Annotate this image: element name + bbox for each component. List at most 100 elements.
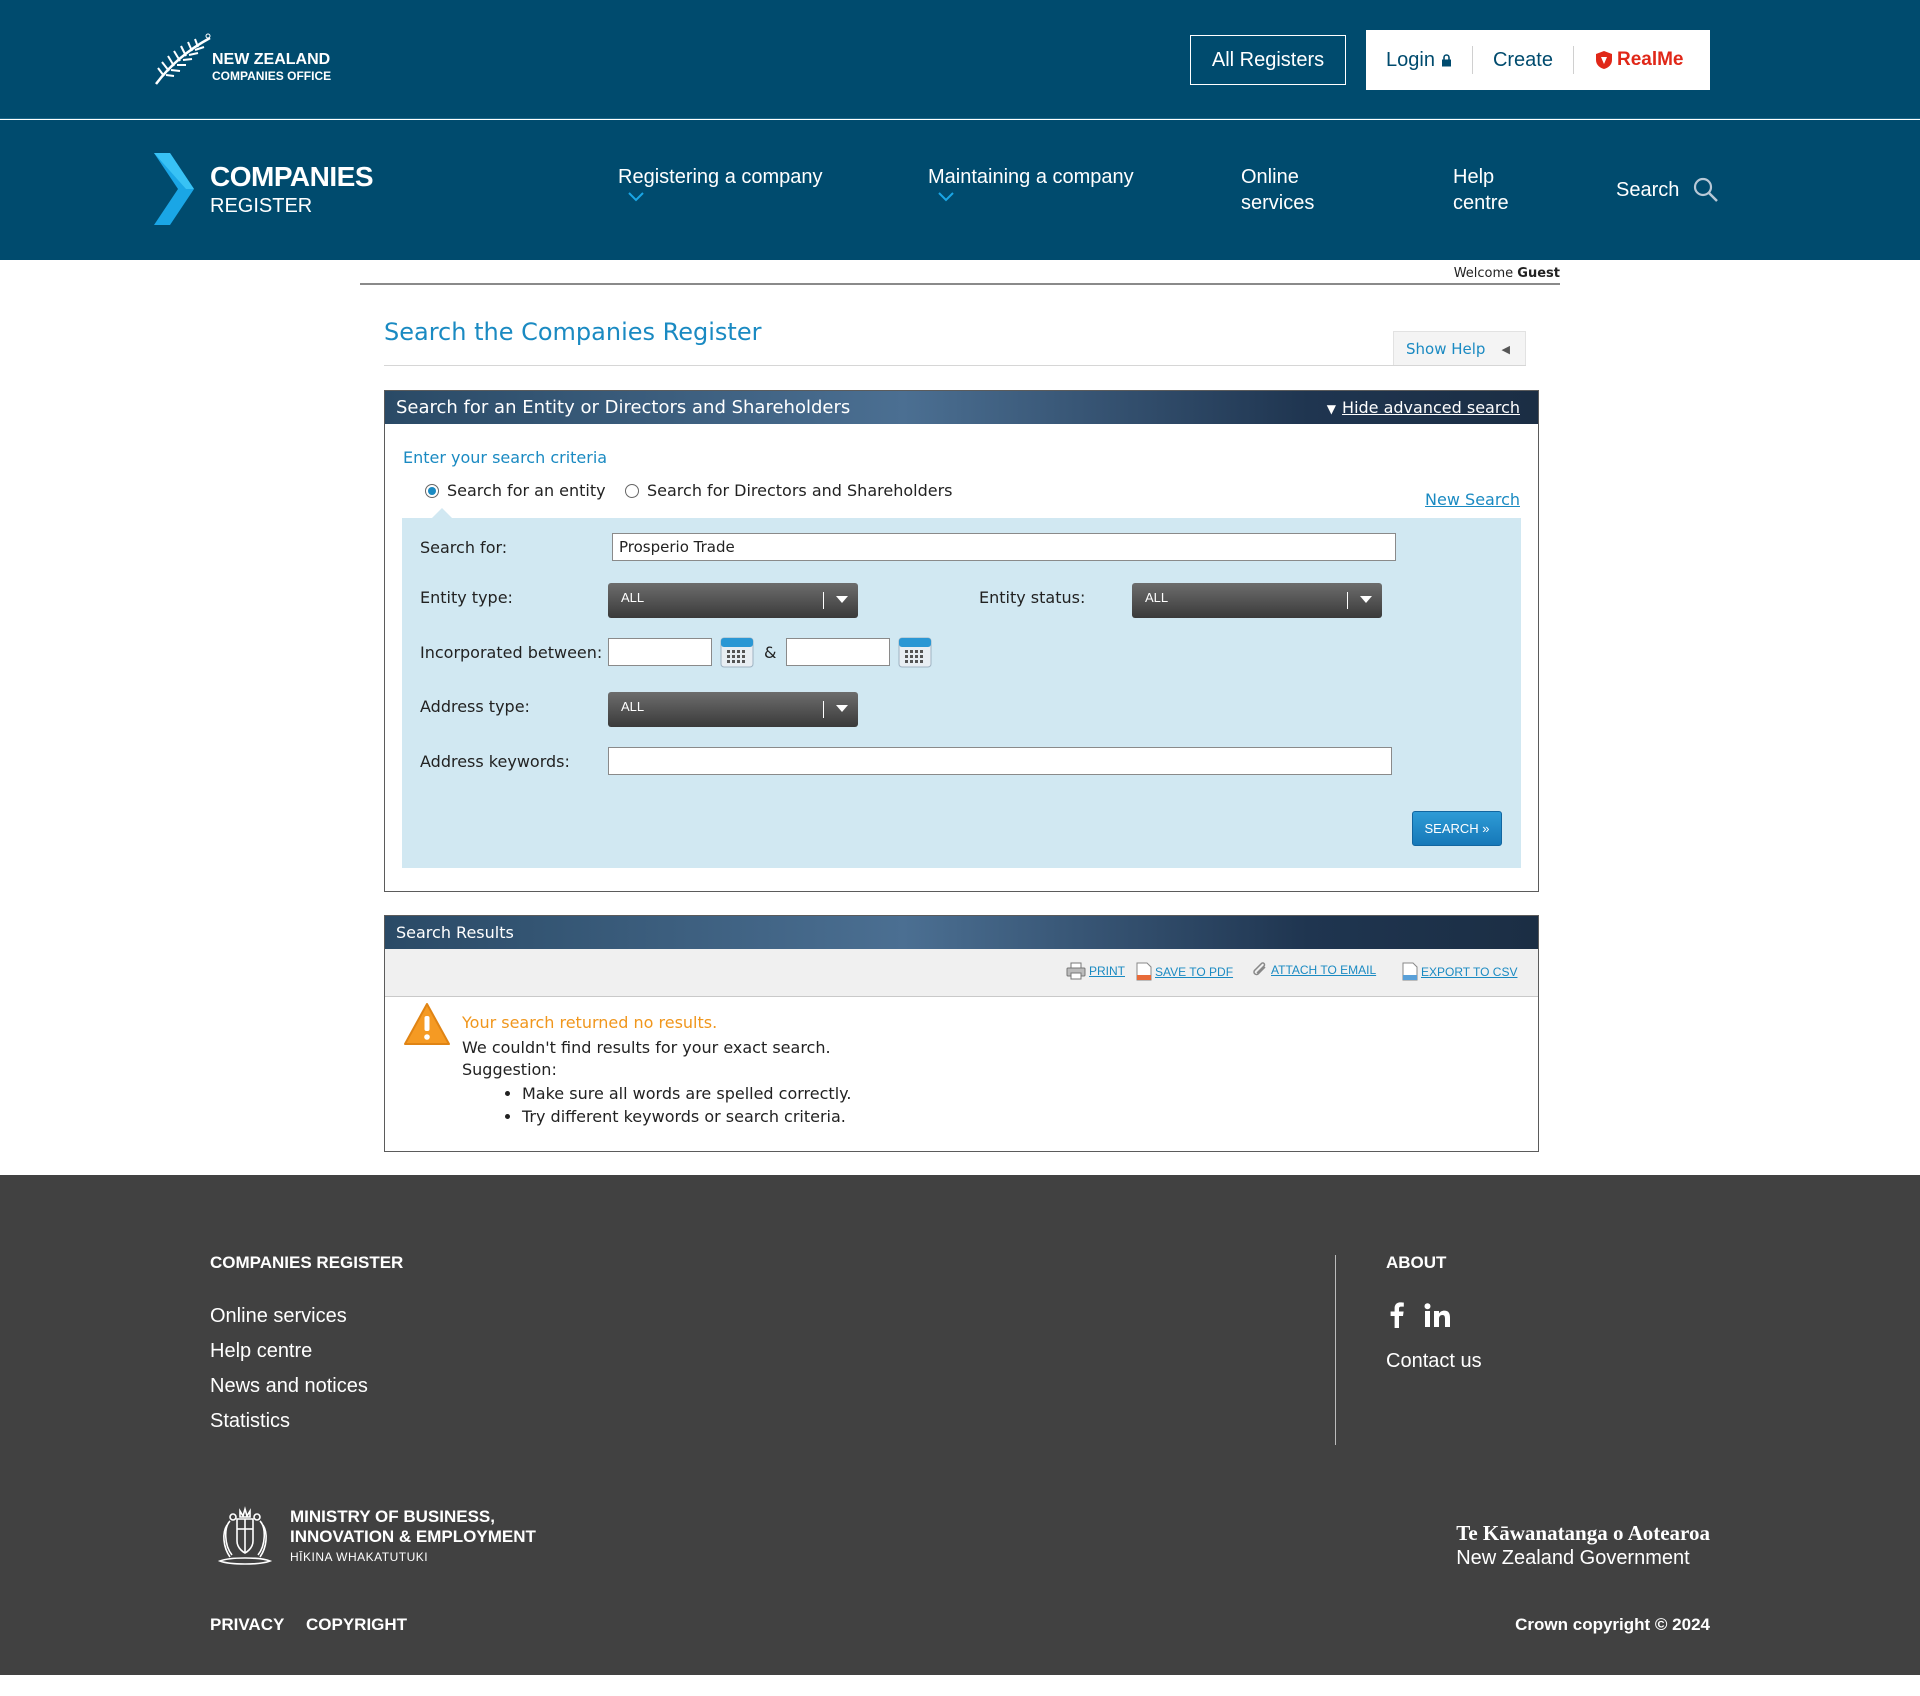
footer-heading-about: ABOUT <box>1386 1253 1447 1272</box>
entity-status-value: ALL <box>1145 590 1169 605</box>
entity-status-select[interactable]: ALL <box>1132 583 1382 618</box>
nz-companies-office-logo[interactable]: NEW ZEALAND COMPANIES OFFICE <box>152 32 331 88</box>
footer-link-news-and-notices[interactable]: News and notices <box>210 1375 368 1398</box>
nav-search-label: Search <box>1616 179 1680 201</box>
calendar-icon[interactable] <box>720 636 754 668</box>
print-link[interactable]: PRINT <box>1066 962 1125 980</box>
show-help-button[interactable]: Show Help ◀ <box>1393 331 1526 366</box>
nav-search[interactable]: Search <box>1616 177 1719 203</box>
address-type-value: ALL <box>621 699 645 714</box>
welcome-user: Guest <box>1517 266 1560 281</box>
paperclip-icon <box>1253 962 1266 976</box>
realme-icon <box>1595 51 1612 69</box>
new-search-link[interactable]: New Search <box>1425 490 1520 509</box>
coat-of-arms-icon <box>217 1506 273 1565</box>
nav-help-centre[interactable]: Help centre <box>1453 164 1509 216</box>
hide-advanced-search-link[interactable]: ▼ Hide advanced search <box>1327 398 1520 417</box>
radio-search-entity[interactable]: Search for an entity <box>425 481 606 500</box>
nav-online-l2: services <box>1241 192 1315 214</box>
crown-copyright: Crown copyright © 2024 <box>1515 1615 1710 1634</box>
nav-registering-label: Registering a company <box>618 166 823 188</box>
nzgov-line1: Te Kāwanatanga o Aotearoa <box>1456 1521 1710 1545</box>
entity-type-value: ALL <box>621 590 645 605</box>
companies-register-logo[interactable]: COMPANIES REGISTER <box>150 153 374 225</box>
logo-text: NEW ZEALAND COMPANIES OFFICE <box>212 52 331 84</box>
login-label: Login <box>1386 48 1435 71</box>
incorporated-from-input[interactable] <box>608 638 712 666</box>
suggestion-label: Suggestion: <box>462 1060 557 1079</box>
chevron-down-icon <box>628 192 644 202</box>
search-icon <box>1694 177 1719 202</box>
chevron-down-icon <box>938 192 954 202</box>
login-box: Login Create RealMe <box>1366 30 1710 90</box>
export-to-csv-link[interactable]: EXPORT TO CSV <box>1402 962 1517 981</box>
warning-icon <box>404 1003 450 1045</box>
logo-line1: NEW ZEALAND <box>212 51 331 68</box>
address-type-label: Address type: <box>420 697 530 716</box>
nav-online-l1: Online <box>1241 166 1299 188</box>
entity-type-select[interactable]: ALL <box>608 583 858 618</box>
nz-government-logo[interactable]: Te Kāwanatanga o Aotearoa New Zealand Go… <box>1456 1521 1710 1570</box>
radio-directors-label: Search for Directors and Shareholders <box>647 481 953 500</box>
incorporated-to-input[interactable] <box>786 638 890 666</box>
footer: COMPANIES REGISTER Online services Help … <box>0 1175 1920 1675</box>
entity-status-label: Entity status: <box>979 588 1086 607</box>
calendar-icon[interactable] <box>898 636 932 668</box>
footer-link-help-centre[interactable]: Help centre <box>210 1340 312 1363</box>
create-link[interactable]: Create <box>1473 46 1574 74</box>
copyright-link[interactable]: COPYRIGHT <box>306 1615 407 1635</box>
search-form: Search for: Prosperio Trade Entity type:… <box>402 518 1521 868</box>
brand-text: COMPANIES REGISTER <box>210 160 374 218</box>
search-for-input[interactable]: Prosperio Trade <box>612 533 1396 561</box>
address-type-select[interactable]: ALL <box>608 692 858 727</box>
footer-link-contact-us[interactable]: Contact us <box>1386 1350 1482 1373</box>
results-panel-title: Search Results <box>396 923 514 942</box>
top-bar: NEW ZEALAND COMPANIES OFFICE All Registe… <box>0 0 1920 119</box>
facebook-icon[interactable] <box>1390 1302 1404 1328</box>
realme-link[interactable]: RealMe <box>1574 46 1704 74</box>
suggestion-item: Try different keywords or search criteri… <box>522 1105 851 1128</box>
results-panel: Search Results PRINT SAVE TO PDF ATTACH … <box>384 915 1539 1152</box>
search-button[interactable]: SEARCH » <box>1412 811 1502 846</box>
attach-to-email-label: ATTACH TO EMAIL <box>1271 963 1377 977</box>
welcome-line: Welcome Guest <box>360 266 1560 285</box>
address-keywords-input[interactable] <box>608 747 1392 775</box>
all-registers-button[interactable]: All Registers <box>1190 35 1346 85</box>
radio-button-selected[interactable] <box>425 483 439 498</box>
footer-heading-companies-register: COMPANIES REGISTER <box>210 1253 404 1272</box>
footer-link-statistics[interactable]: Statistics <box>210 1410 290 1433</box>
linkedin-icon[interactable] <box>1424 1303 1451 1328</box>
nav-registering-a-company[interactable]: Registering a company <box>618 164 823 202</box>
nav-online-services[interactable]: Online services <box>1241 164 1314 216</box>
footer-divider <box>1335 1255 1336 1445</box>
radio-search-directors[interactable]: Search for Directors and Shareholders <box>625 481 952 500</box>
pdf-document-icon <box>1136 962 1152 981</box>
save-to-pdf-link[interactable]: SAVE TO PDF <box>1136 962 1233 981</box>
caret-down-icon <box>1360 596 1372 603</box>
footer-link-online-services[interactable]: Online services <box>210 1305 347 1328</box>
caret-down-icon <box>836 596 848 603</box>
brand-line2: REGISTER <box>210 194 313 217</box>
triangle-left-icon: ◀ <box>1501 342 1510 356</box>
no-results-message: We couldn't find results for your exact … <box>462 1038 831 1057</box>
mbie-line1: MINISTRY OF BUSINESS, <box>290 1507 495 1526</box>
radio-button-unselected[interactable] <box>625 483 639 498</box>
attach-to-email-link[interactable]: ATTACH TO EMAIL <box>1252 962 1376 978</box>
welcome-prefix: Welcome <box>1453 266 1514 281</box>
hide-advanced-label: Hide advanced search <box>1342 398 1520 417</box>
nav-maintaining-a-company[interactable]: Maintaining a company <box>928 164 1134 202</box>
csv-document-icon <box>1402 962 1418 981</box>
mbie-line3: HĪKINA WHAKATUTUKI <box>290 1550 429 1564</box>
brand-line1: COMPANIES <box>210 160 374 192</box>
privacy-link[interactable]: PRIVACY <box>210 1615 284 1635</box>
login-link[interactable]: Login <box>1366 46 1473 74</box>
lock-icon <box>1441 53 1451 66</box>
page-title: Search the Companies Register <box>384 318 762 346</box>
search-panel: Search for an Entity or Directors and Sh… <box>384 390 1539 892</box>
show-help-label: Show Help <box>1406 340 1486 358</box>
print-label: PRINT <box>1089 964 1125 978</box>
triangle-down-icon: ▼ <box>1326 402 1337 416</box>
search-panel-header: Search for an Entity or Directors and Sh… <box>385 391 1538 424</box>
suggestion-item: Make sure all words are spelled correctl… <box>522 1082 851 1105</box>
mbie-logo[interactable]: MINISTRY OF BUSINESS, INNOVATION & EMPLO… <box>210 1505 536 1569</box>
